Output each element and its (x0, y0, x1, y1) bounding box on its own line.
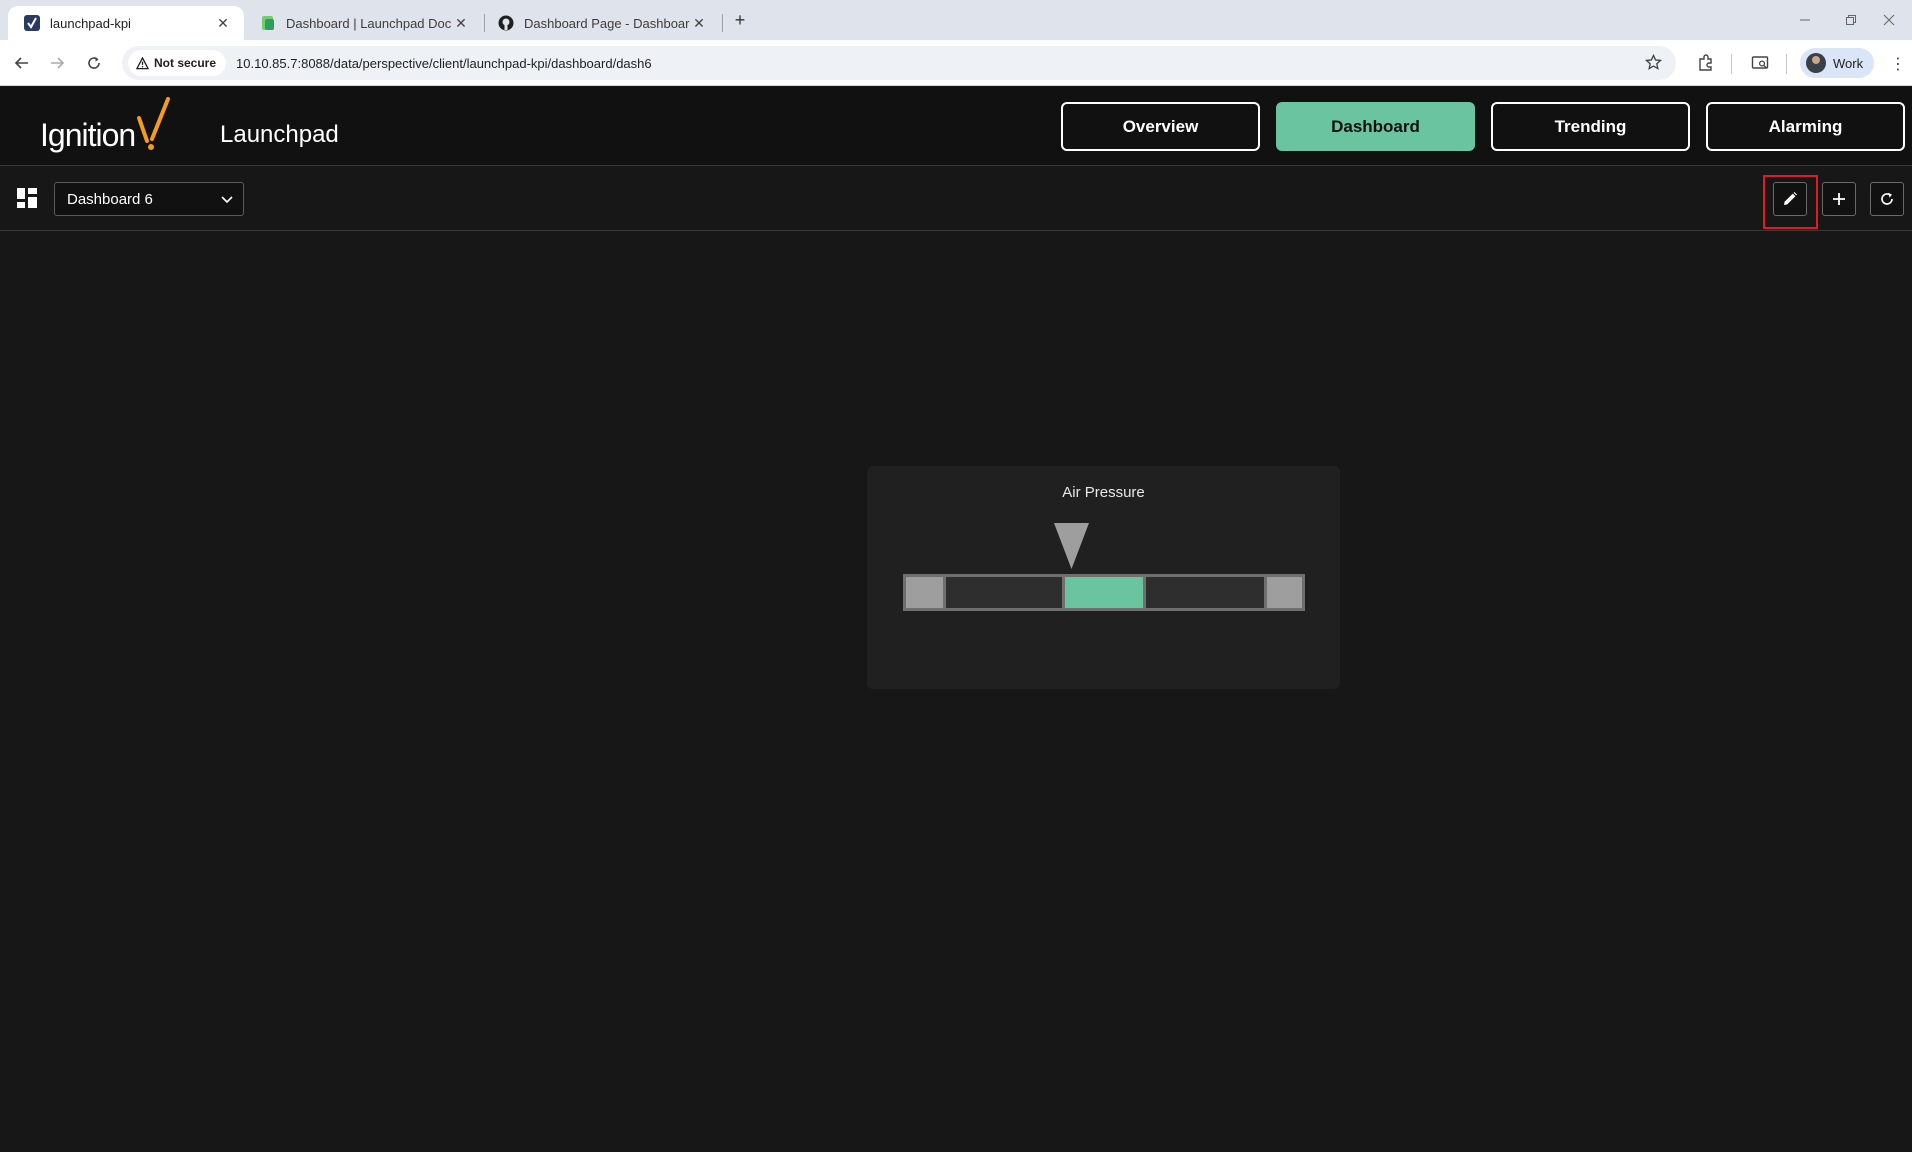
browser-toolbar: Not secure 10.10.85.7:8088/data/perspect… (0, 40, 1912, 86)
ignition-favicon-icon (24, 15, 40, 31)
address-bar[interactable]: Not secure 10.10.85.7:8088/data/perspect… (122, 46, 1676, 80)
edit-button-highlight (1763, 175, 1818, 229)
close-tab-icon[interactable]: ✕ (690, 14, 708, 32)
toolbar-divider (1786, 54, 1787, 74)
browser-tabstrip: launchpad-kpi ✕ Dashboard | Launchpad Do… (0, 0, 1912, 40)
chevron-down-icon (219, 191, 235, 211)
gauge-zone-low (946, 577, 1062, 608)
pointer-indicator-icon (1054, 523, 1089, 569)
add-icon (1833, 193, 1845, 205)
dashboard-select[interactable]: Dashboard 6 (54, 182, 244, 216)
toolbar-divider (1731, 54, 1732, 74)
bookmark-star-icon[interactable] (1644, 53, 1663, 76)
tab-separator (722, 14, 723, 32)
tab-search-icon[interactable] (1748, 51, 1772, 75)
new-tab-icon[interactable]: + (729, 9, 751, 31)
dashboard-grid-icon[interactable] (17, 188, 37, 208)
refresh-icon (1881, 192, 1893, 205)
gauge-zone-high-alarm (1267, 577, 1302, 608)
reload-icon[interactable] (80, 49, 108, 77)
air-pressure-gauge (903, 523, 1305, 611)
tab-title: Dashboard Page - Dashboard A (524, 15, 690, 31)
security-chip[interactable]: Not secure (128, 50, 227, 76)
app-title: Launchpad (220, 121, 339, 148)
profile-name: Work (1833, 55, 1864, 71)
browser-tab-github[interactable]: Dashboard Page - Dashboard A ✕ (482, 6, 720, 40)
dashboard-select-value: Dashboard 6 (67, 190, 153, 208)
dashboard-toolbar: Dashboard 6 (0, 166, 1912, 231)
nav-dashboard-button[interactable]: Dashboard (1276, 102, 1475, 151)
air-pressure-widget[interactable]: Air Pressure (867, 466, 1340, 689)
tab-title: launchpad-kpi (50, 15, 131, 31)
forward-icon[interactable] (43, 49, 71, 77)
close-tab-icon[interactable]: ✕ (214, 14, 232, 32)
nav-alarming-button[interactable]: Alarming (1706, 102, 1905, 151)
profile-button[interactable]: Work (1800, 48, 1874, 78)
add-widget-button[interactable] (1822, 182, 1856, 216)
github-favicon-icon (498, 15, 514, 31)
gauge-zone-normal (1065, 577, 1143, 608)
browser-menu-icon[interactable]: ⋮ (1890, 52, 1906, 76)
logo-flame-icon (137, 97, 170, 150)
tab-title: Dashboard | Launchpad Docum (286, 15, 452, 31)
warning-icon (136, 56, 149, 69)
nav-overview-button[interactable]: Overview (1061, 102, 1260, 151)
ignition-logo: Ignition (40, 97, 190, 157)
security-label: Not secure (154, 56, 217, 70)
back-icon[interactable] (8, 49, 36, 77)
avatar (1806, 53, 1826, 73)
close-window-icon[interactable] (1866, 0, 1912, 40)
browser-tab-launchpad-kpi[interactable]: launchpad-kpi ✕ (8, 6, 244, 40)
close-tab-icon[interactable]: ✕ (452, 14, 470, 32)
app-header: Ignition Launchpad Overview Dashboard Tr… (0, 87, 1912, 166)
minimize-icon[interactable] (1782, 0, 1828, 40)
gauge-zone-high (1146, 577, 1264, 608)
docs-favicon-icon (260, 15, 276, 31)
gauge-zone-low-alarm (906, 577, 943, 608)
refresh-dashboard-button[interactable] (1870, 182, 1904, 216)
widget-title: Air Pressure (1062, 484, 1145, 501)
url-text: 10.10.85.7:8088/data/perspective/client/… (236, 55, 652, 71)
nav-trending-button[interactable]: Trending (1491, 102, 1690, 151)
browser-tab-launchpad-docs[interactable]: Dashboard | Launchpad Docum ✕ (244, 6, 482, 40)
extensions-icon[interactable] (1694, 51, 1718, 75)
